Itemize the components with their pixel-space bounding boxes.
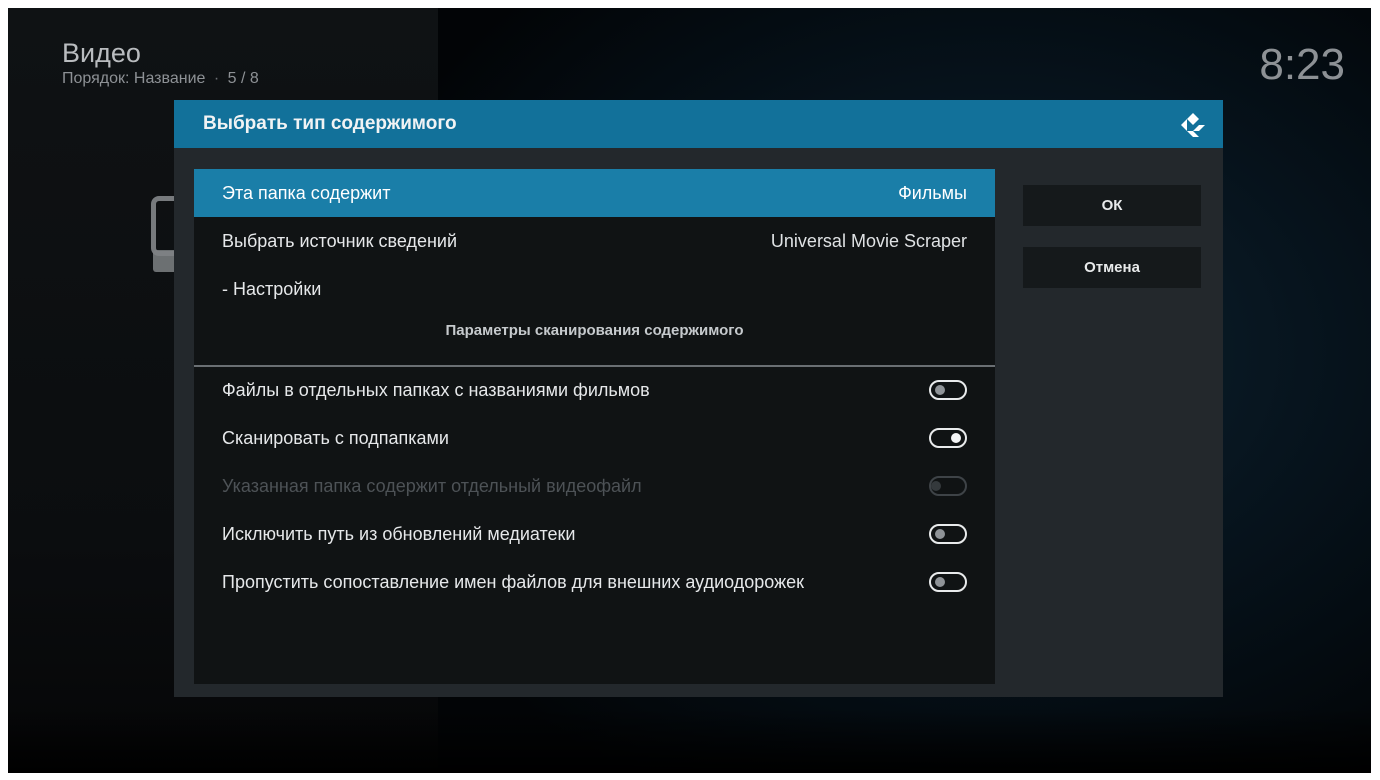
toggle-switch[interactable] xyxy=(929,572,967,592)
toggle-switch[interactable] xyxy=(929,428,967,448)
toggle-knob xyxy=(931,481,941,491)
ok-button[interactable]: ОК xyxy=(1023,185,1201,226)
sort-info: Порядок: Название · 5 / 8 xyxy=(62,70,259,88)
toggle-label: Сканировать с подпапками xyxy=(222,427,449,448)
item-position: 5 / 8 xyxy=(227,70,259,87)
toggle-row-exclude-updates[interactable]: Исключить путь из обновлений медиатеки xyxy=(194,510,995,558)
toggle-knob xyxy=(935,529,945,539)
toggle-row-movie-folders[interactable]: Файлы в отдельных папках с названиями фи… xyxy=(194,366,995,414)
cancel-button[interactable]: Отмена xyxy=(1023,247,1201,288)
toggle-switch[interactable] xyxy=(929,380,967,400)
background-bottom xyxy=(8,708,1371,773)
content-type-row[interactable]: Эта папка содержит Фильмы xyxy=(194,169,995,217)
toggle-knob xyxy=(935,577,945,587)
window-title: Видео xyxy=(62,38,141,68)
toggle-row-skip-audio-matching[interactable]: Пропустить сопоставление имен файлов для… xyxy=(194,558,995,606)
sort-label: Порядок: Название xyxy=(62,70,206,87)
toggle-label: Пропустить сопоставление имен файлов для… xyxy=(222,571,805,592)
toggle-label: Файлы в отдельных папках с названиями фи… xyxy=(222,379,650,400)
screen: Видео Порядок: Название · 5 / 8 8:23 Выб… xyxy=(8,8,1371,773)
toggle-switch xyxy=(929,476,967,496)
settings-list: Эта папка содержит Фильмы Выбрать источн… xyxy=(194,169,995,684)
clock: 8:23 xyxy=(1259,40,1345,89)
scan-settings-heading: Параметры сканирования содержимого xyxy=(445,322,744,339)
toggle-knob xyxy=(935,385,945,395)
dialog-header: Выбрать тип содержимого xyxy=(174,100,1223,148)
content-type-dialog: Выбрать тип содержимого Эта папка содерж… xyxy=(174,100,1223,697)
dialog-title: Выбрать тип содержимого xyxy=(203,113,457,134)
toggle-knob xyxy=(951,433,961,443)
toggle-row-single-video: Указанная папка содержит отдельный видео… xyxy=(194,462,995,510)
toggle-switch[interactable] xyxy=(929,524,967,544)
content-type-label: Эта папка содержит xyxy=(222,182,391,203)
content-type-value: Фильмы xyxy=(898,182,967,203)
sort-separator: · xyxy=(213,70,220,87)
info-provider-value: Universal Movie Scraper xyxy=(770,230,967,251)
toggle-label: Исключить путь из обновлений медиатеки xyxy=(222,523,576,544)
info-provider-row[interactable]: Выбрать источник сведений Universal Movi… xyxy=(194,217,995,265)
toggle-label: Указанная папка содержит отдельный видео… xyxy=(222,475,642,496)
toggle-row-recursive-scan[interactable]: Сканировать с подпапками xyxy=(194,414,995,462)
settings-label: - Настройки xyxy=(222,278,322,299)
info-provider-label: Выбрать источник сведений xyxy=(222,230,458,251)
kodi-logo-icon xyxy=(1181,113,1205,137)
settings-row[interactable]: - Настройки xyxy=(194,265,995,313)
